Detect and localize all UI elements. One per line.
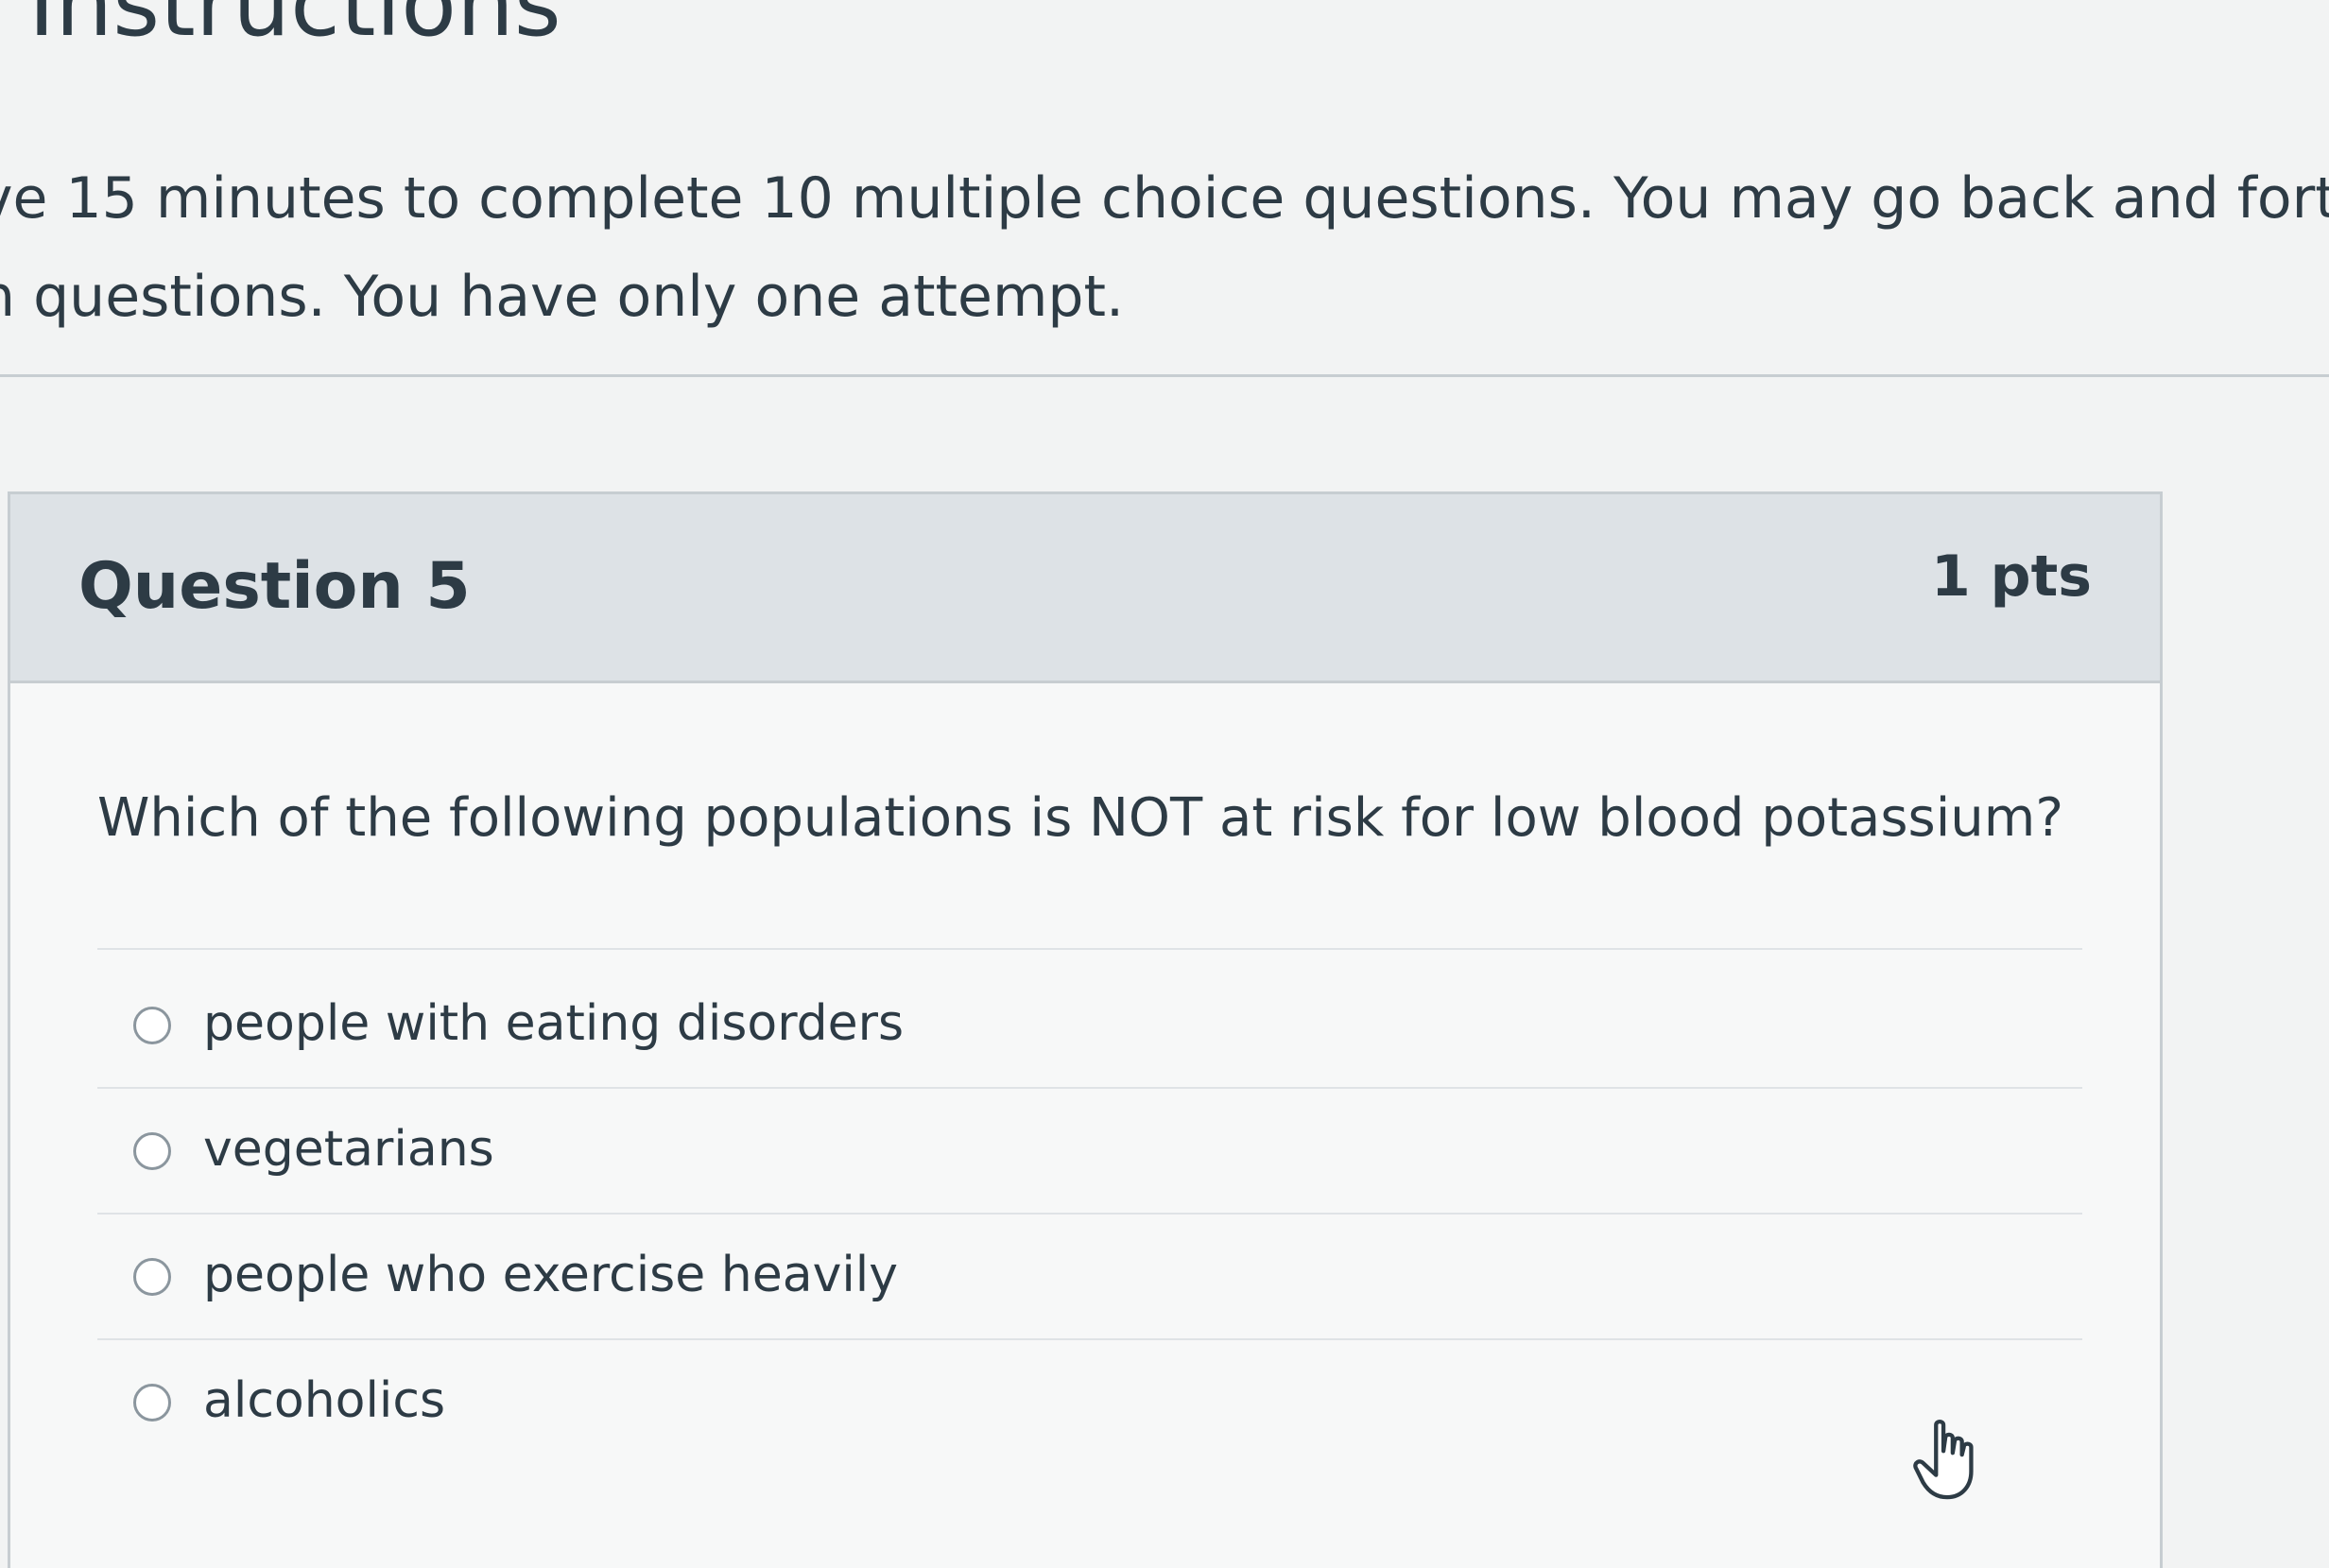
- radio-button-icon[interactable]: [133, 1258, 171, 1296]
- instructions-text: ve 15 minutes to complete 10 multiple ch…: [0, 149, 2329, 346]
- instructions-heading: Instructions: [28, 0, 561, 55]
- answer-option[interactable]: vegetarians: [97, 1089, 2082, 1215]
- answer-label[interactable]: vegetarians: [203, 1121, 494, 1178]
- radio-button-icon[interactable]: [133, 1384, 171, 1422]
- question-card: Question 5 1 pts Which of the following …: [8, 491, 2163, 1568]
- instructions-heading-text: Instructions: [28, 0, 561, 57]
- hand-pointer-icon: [1913, 1420, 1974, 1500]
- answer-option[interactable]: people with eating disorders: [97, 963, 2082, 1089]
- answer-label[interactable]: people with eating disorders: [203, 995, 904, 1052]
- question-divider: [97, 948, 2082, 950]
- answer-list: people with eating disorders vegetarians…: [97, 963, 2082, 1466]
- question-title: Question 5: [78, 549, 471, 624]
- answer-label[interactable]: alcoholics: [203, 1372, 445, 1429]
- radio-button-icon[interactable]: [133, 1132, 171, 1170]
- question-text: Which of the following populations is NO…: [97, 787, 2064, 849]
- question-header: Question 5 1 pts: [10, 494, 2160, 683]
- radio-button-icon[interactable]: [133, 1007, 171, 1044]
- answer-option[interactable]: people who exercise heavily: [97, 1215, 2082, 1340]
- instructions-line-1: ve 15 minutes to complete 10 multiple ch…: [0, 165, 2329, 232]
- answer-option[interactable]: alcoholics: [97, 1340, 2082, 1466]
- instructions-divider: [0, 374, 2329, 377]
- answer-label[interactable]: people who exercise heavily: [203, 1247, 898, 1303]
- instructions-line-2: n questions. You have only one attempt.: [0, 264, 1125, 330]
- question-points: 1 pts: [1931, 543, 2092, 610]
